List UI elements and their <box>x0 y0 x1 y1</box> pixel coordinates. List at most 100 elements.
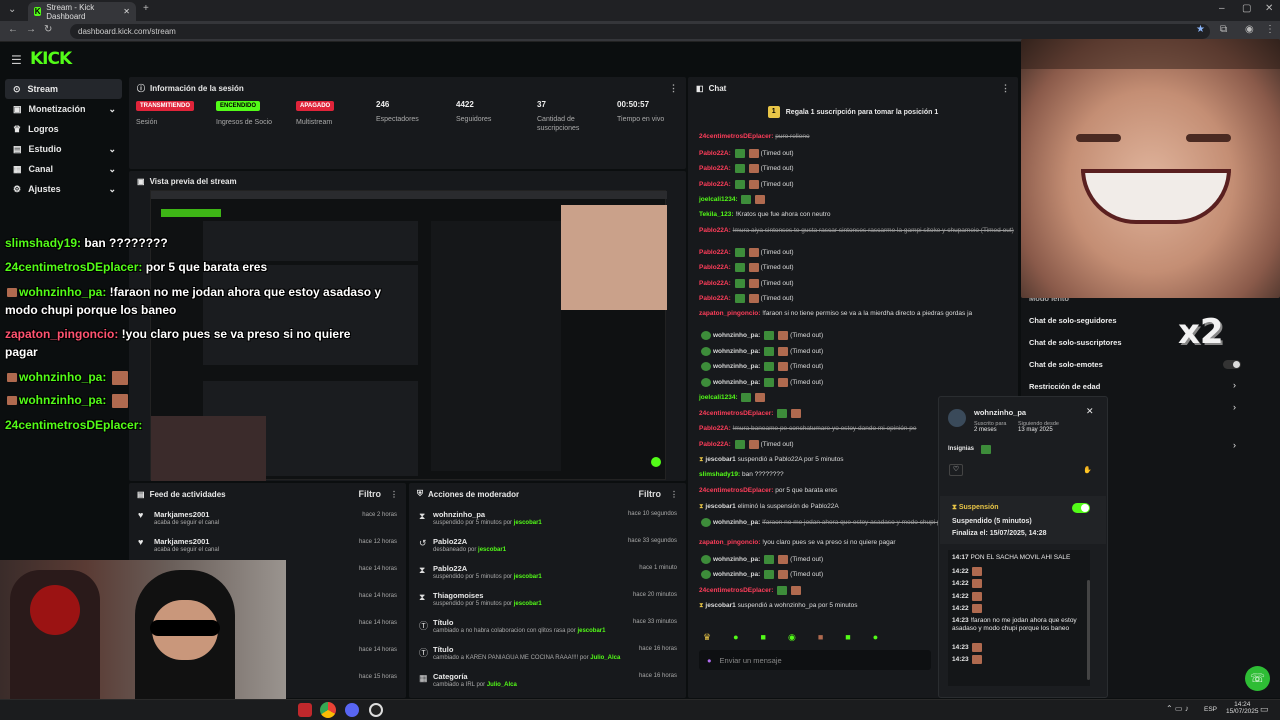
emote-icon[interactable]: ◉ <box>788 632 796 648</box>
clock[interactable]: 14:24 15/07/2025 <box>1226 701 1259 715</box>
sidebar-item-ajustes[interactable]: ⚙ Ajustes ⌄ <box>5 179 122 199</box>
preview-live-dot <box>651 457 661 467</box>
avatar <box>948 409 966 427</box>
right-eye <box>1186 134 1231 142</box>
sidebar-item-logros[interactable]: ♛ Logros <box>5 119 122 139</box>
more-options-icon[interactable]: ⋮ <box>670 490 678 499</box>
minimize-icon[interactable]: – <box>1219 3 1225 14</box>
emote-icon[interactable]: ■ <box>761 632 766 648</box>
bookmark-star-icon[interactable]: ★ <box>1196 24 1205 35</box>
chevron-right-icon[interactable]: › <box>1233 402 1236 412</box>
history-scrollbar[interactable] <box>1087 580 1090 680</box>
sidebar-item-label: Estudio <box>28 144 62 154</box>
option-age-restriction[interactable]: Restricción de edad <box>1029 382 1100 391</box>
chat-input[interactable]: ● Enviar un mensaje <box>699 650 931 670</box>
more-options-icon[interactable]: ⋮ <box>390 490 398 499</box>
option-emotes-only[interactable]: Chat de solo-emotes <box>1029 360 1103 369</box>
sunglasses <box>150 620 220 636</box>
new-tab-icon[interactable]: + <box>143 3 149 14</box>
emotes-only-toggle[interactable] <box>1223 360 1241 369</box>
reload-icon[interactable]: ↻ <box>44 24 52 35</box>
emote-icon[interactable]: ■ <box>818 632 823 648</box>
taskbar: ⌃ ▭ ♪ ESP 14:24 15/07/2025 ▭ <box>0 699 1280 720</box>
mod-title: ⛨ Acciones de moderador Filtro ⋮ <box>417 489 678 499</box>
suspension-toggle[interactable] <box>1072 503 1090 513</box>
chat-message: zapaton_pingoncio: !faraon si no tiene p… <box>699 310 973 317</box>
app-icon[interactable] <box>298 703 312 717</box>
pinned-gift-banner[interactable]: 1 Regala 1 suscripción para tomar la pos… <box>690 100 1016 124</box>
overlay-chat-line: 24centimetrosDEplacer: <box>5 418 143 432</box>
browser-menu-icon[interactable]: ⋮ <box>1265 24 1275 35</box>
user-badge-icon: ● <box>707 655 712 665</box>
obs-taskbar-icon[interactable] <box>369 703 383 717</box>
emote-icon[interactable]: ■ <box>845 632 850 648</box>
hand-icon[interactable]: ✋ <box>1083 466 1092 474</box>
heart-icon[interactable]: ♡ <box>949 464 963 476</box>
emote-icon[interactable]: ● <box>733 632 738 648</box>
preview-face-cam <box>561 205 667 310</box>
extensions-icon[interactable]: ⧉ <box>1220 24 1227 35</box>
sidebar-item-canal[interactable]: ▦ Canal ⌄ <box>5 159 122 179</box>
notification-icon[interactable]: ▭ <box>1260 704 1269 715</box>
more-options-icon[interactable]: ⋮ <box>669 83 678 94</box>
chat-message: Pablo22A: !mura baneame pe conchatumare … <box>699 424 917 432</box>
feed-filter-button[interactable]: Filtro <box>359 489 382 499</box>
chat-message: slimshady19: ban ???????? <box>699 471 784 479</box>
language-indicator[interactable]: ESP <box>1204 706 1217 713</box>
overlay-chat-line: wohnzinho_pa: !faraon no me jodan ahora … <box>5 285 382 317</box>
sidebar-item-estudio[interactable]: ▤ Estudio ⌄ <box>5 139 122 159</box>
chrome-taskbar-icon[interactable] <box>320 702 336 718</box>
info-icon: ⓘ <box>137 84 145 93</box>
maximize-icon[interactable]: ▢ <box>1242 3 1251 14</box>
status-badge: APAGADO <box>296 101 335 111</box>
stat-partner-income: ENCENDIDO Ingresos de Socio <box>216 101 273 126</box>
preview-title: ▣ Vista previa del stream <box>137 177 237 186</box>
chat-message: Pablo22A: (Timed out) <box>699 247 794 257</box>
hamburger-menu-icon[interactable]: ☰ <box>11 53 22 67</box>
profile-icon[interactable]: ◉ <box>1245 24 1254 35</box>
tab-title: Stream - Kick Dashboard <box>46 2 95 21</box>
history-message: 14:22 <box>952 591 1086 601</box>
sidebar-item-stream[interactable]: ⊙ Stream <box>5 79 122 99</box>
emote-icon[interactable]: ● <box>873 632 878 648</box>
stat-followers: 4422 Seguidores <box>456 100 492 123</box>
kick-logo[interactable]: KICK <box>30 49 72 69</box>
preview-icon: ▣ <box>137 177 145 186</box>
forward-icon[interactable]: → <box>26 24 36 35</box>
option-followers-only[interactable]: Chat de solo-seguidores <box>1029 316 1117 325</box>
chevron-right-icon[interactable]: › <box>1233 380 1236 390</box>
overlay-chat-line: zapaton_pingoncio: !you claro pues se va… <box>5 327 351 359</box>
feed-title: ▤ Feed de actividades Filtro ⋮ <box>137 489 398 499</box>
chat-support-button[interactable]: ☏ <box>1245 666 1270 691</box>
tab-close-icon[interactable]: ✕ <box>123 7 130 16</box>
chat-message: Tekila_123: !Kratos que fue ahora con ne… <box>699 211 831 218</box>
more-options-icon[interactable]: ⋮ <box>1001 83 1010 94</box>
close-window-icon[interactable]: ✕ <box>1265 3 1273 14</box>
tray-icons[interactable]: ⌃ ▭ ♪ <box>1166 704 1189 713</box>
multiplier-overlay: x2 <box>1178 312 1224 352</box>
hourglass-icon: ⧗ <box>419 565 426 575</box>
url-input[interactable]: dashboard.kick.com/stream <box>70 24 1210 39</box>
back-icon[interactable]: ← <box>8 24 18 35</box>
mod-row: ⧗ Thiagomoises suspendido por 5 minutos po… <box>419 591 677 607</box>
tab-menu-icon[interactable]: ⌄ <box>8 4 16 15</box>
suspension-status: Suspendido (5 minutos) <box>952 518 1032 525</box>
discord-taskbar-icon[interactable] <box>345 703 359 717</box>
chat-message: Pablo22A: (Timed out) <box>699 278 794 288</box>
sidebar-item-monetizacion[interactable]: ▣ Monetización ⌄ <box>5 99 122 119</box>
chat-title: ◧ Chat ⋮ <box>696 83 1010 94</box>
heart-icon: ♥ <box>138 510 144 520</box>
chat-message: wohnzinho_pa: (Timed out) <box>699 570 823 580</box>
sidebar: ⊙ Stream ▣ Monetización ⌄ ♛ Logros ▤ Est… <box>0 76 127 206</box>
shield-icon: ⛨ <box>417 489 423 498</box>
preview-webcam <box>151 416 266 481</box>
option-subscribers-only[interactable]: Chat de solo-suscriptores <box>1029 338 1122 347</box>
close-icon[interactable]: ✕ <box>1086 406 1094 417</box>
chevron-right-icon[interactable]: › <box>1233 440 1236 450</box>
emote-icon[interactable]: ♛ <box>703 632 711 648</box>
hourglass-icon: ⧗ <box>419 592 426 602</box>
browser-tab[interactable]: K Stream - Kick Dashboard ✕ <box>28 2 136 21</box>
preview-browser-bar <box>151 191 667 199</box>
mod-filter-button[interactable]: Filtro <box>639 489 662 499</box>
chat-message: 24centimetrosDEplacer: por 5 que barata … <box>699 487 838 494</box>
